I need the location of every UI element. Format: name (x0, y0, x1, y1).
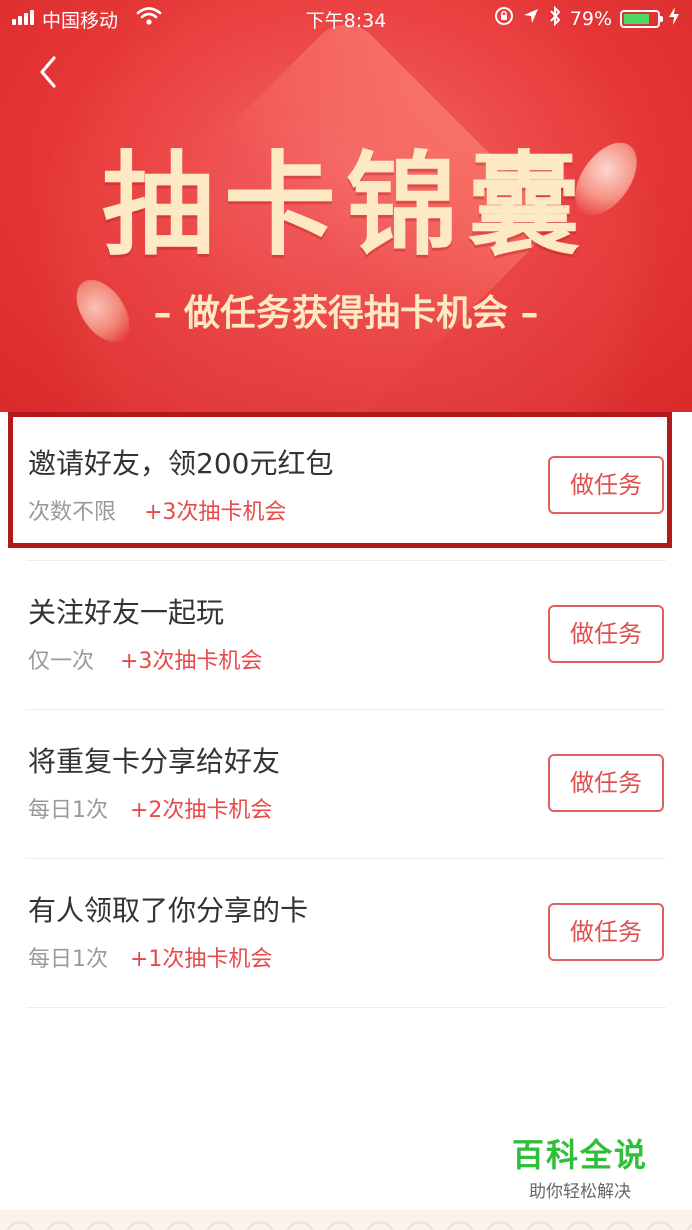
task-list: 邀请好友，领200元红包 次数不限 +3次抽卡机会 做任务 关注好友一起玩 仅一… (0, 412, 692, 1008)
chevron-left-icon (40, 56, 56, 88)
location-icon (522, 7, 540, 30)
status-right-icons: 79% (494, 5, 680, 31)
watermark-title: 百科全说 (511, 1136, 648, 1174)
task-reward: +2次抽卡机会 (130, 798, 273, 823)
battery-percent: 79% (569, 7, 612, 30)
task-row-share-duplicate: 将重复卡分享给好友 每日1次 +2次抽卡机会 做任务 (26, 710, 666, 859)
task-title: 关注好友一起玩 (28, 596, 225, 629)
task-title: 邀请好友，领200元红包 (28, 447, 334, 480)
task-frequency: 仅一次 (28, 649, 95, 674)
task-row-follow-friends: 关注好友一起玩 仅一次 +3次抽卡机会 做任务 (26, 561, 666, 710)
battery-icon (620, 9, 663, 28)
task-title: 将重复卡分享给好友 (28, 745, 281, 778)
do-task-button[interactable]: 做任务 (548, 605, 664, 663)
watermark-subtitle: 助你轻松解决 (529, 1182, 631, 1203)
task-row-invite-friends: 邀请好友，领200元红包 次数不限 +3次抽卡机会 做任务 (26, 412, 666, 561)
page-title: 抽卡锦囊 (102, 141, 590, 271)
battery-fill (624, 13, 649, 24)
task-row-card-claimed: 有人领取了你分享的卡 每日1次 +1次抽卡机会 做任务 (26, 859, 666, 1008)
task-reward: +3次抽卡机会 (120, 649, 263, 674)
do-task-button[interactable]: 做任务 (548, 754, 664, 812)
watermark-logo: 百科全说 助你轻松解决 (510, 1136, 650, 1203)
rotation-lock-icon (494, 6, 514, 31)
bottom-wave-pattern (0, 1210, 692, 1230)
task-frequency: 每日1次 (28, 798, 108, 823)
page-subtitle: – 做任务获得抽卡机会 – (153, 293, 539, 334)
task-reward: +3次抽卡机会 (144, 500, 287, 525)
header-banner: 中国移动 下午8:34 79% 抽卡锦囊 – 做任务获得抽卡机会 – (0, 0, 692, 412)
bluetooth-icon (548, 5, 562, 31)
do-task-button[interactable]: 做任务 (548, 456, 664, 514)
charging-icon (668, 6, 680, 31)
status-bar: 中国移动 下午8:34 79% (0, 0, 692, 36)
task-frequency: 次数不限 (28, 500, 117, 525)
task-title: 有人领取了你分享的卡 (28, 894, 309, 927)
task-reward: +1次抽卡机会 (130, 947, 273, 972)
task-frequency: 每日1次 (28, 947, 108, 972)
back-button[interactable] (30, 50, 70, 94)
do-task-button[interactable]: 做任务 (548, 903, 664, 961)
